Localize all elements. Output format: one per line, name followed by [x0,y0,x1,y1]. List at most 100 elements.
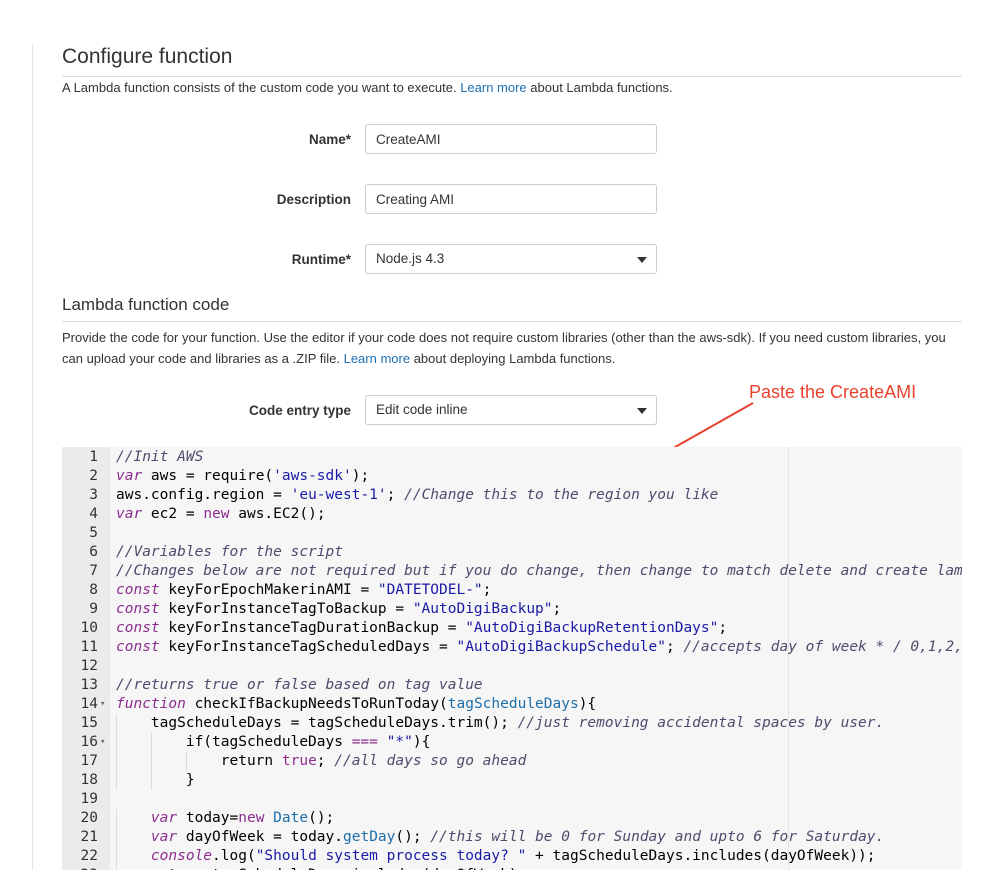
indent-guide [116,828,117,847]
code-token: ; [386,487,405,503]
code-line: 17 return true; //all days so go ahead [62,752,962,771]
code-token: //Changes below are not required but if … [116,563,962,579]
line-number: 7 [89,563,98,579]
code-line: 6 //Variables for the script [62,543,962,562]
line-number: 3 [89,487,98,503]
code-entry-select[interactable]: Edit code inline [365,395,657,425]
chevron-down-icon [637,257,647,263]
code-line: 20 var today=new Date(); [62,809,962,828]
code-lines: 1 //Init AWS 2 var aws = require('aws-sdk')… [62,448,962,870]
code-token: Date [273,810,309,826]
description-label: Description [276,192,351,207]
line-number: 15 [80,715,98,731]
code-token: "AutoDigiBackupSchedule" [456,639,666,655]
code-token: + tagScheduleDays.includes(dayOfWeek)); [526,848,876,864]
code-token: "*" [386,734,413,750]
code-text: return tagScheduleDays.includes(dayOfWee… [116,866,526,870]
code-text: function checkIfBackupNeedsToRunToday(ta… [116,695,596,714]
code-line: 2 var aws = require('aws-sdk'); [62,467,962,486]
runtime-label: Runtime* [291,252,351,267]
code-text: //Variables for the script [116,543,343,562]
name-input[interactable] [365,124,657,154]
code-line: 13 //returns true or false based on tag v… [62,676,962,695]
line-number: 1 [89,449,98,465]
indent-guide [116,847,117,866]
code-line: 8 const keyForEpochMakerinAMI = "DATETODE… [62,581,962,600]
code-token: (); [308,810,335,826]
code-line: 10 const keyForInstanceTagDurationBackup … [62,619,962,638]
line-number: 6 [89,544,98,560]
code-text: var today=new Date(); [116,809,334,828]
name-label: Name* [308,132,351,147]
runtime-select[interactable]: Node.js 4.3 [365,244,657,274]
code-line: 19 [62,790,962,809]
code-text: const keyForInstanceTagToBackup = "AutoD… [116,600,561,619]
code-line: 5 [62,524,962,543]
code-token: const [116,639,160,655]
line-number: 18 [80,772,98,788]
code-token: ; [316,753,335,769]
line-number: 16 [80,734,98,750]
line-number: 23 [62,866,98,870]
code-token: ec2 = [142,506,204,522]
code-token: 'eu-west-1' [290,487,387,503]
code-section-intro: Provide the code for your function. Use … [62,327,952,369]
code-line: 11 const keyForInstanceTagScheduledDays =… [62,638,962,657]
code-token: ; [552,601,562,617]
code-text: console.log("Should system process today… [116,847,876,866]
code-line: 18 } [62,771,962,790]
line-number: 13 [80,677,98,693]
code-token: //accepts day of week * / 0,1,2,3,4, [683,639,962,655]
code-text: aws.config.region = 'eu-west-1'; //Chang… [116,486,718,505]
description-row: Description [62,184,962,216]
code-line: 1 //Init AWS [62,448,962,467]
code-entry-select-value: Edit code inline [376,402,468,417]
code-token: console [150,848,213,864]
code-token: //all days so go ahead [334,753,527,769]
line-number: 9 [89,601,98,617]
code-editor[interactable]: 1 //Init AWS 2 var aws = require('aws-sdk')… [62,447,962,870]
code-entry-label: Code entry type [248,403,351,418]
indent-guide [185,752,187,771]
fold-toggle-icon[interactable]: ▾ [100,733,105,752]
code-token: var [116,506,143,522]
learn-more-deploy-link[interactable]: Learn more [344,351,410,366]
line-number: 19 [80,791,98,807]
code-token: (); [395,829,431,845]
description-input[interactable] [365,184,657,214]
code-text: //Changes below are not required but if … [116,562,962,581]
line-number: 20 [80,810,98,826]
line-number: 17 [80,753,98,769]
line-number: 11 [80,639,98,655]
code-token: ){ [578,696,597,712]
line-number: 12 [80,658,98,674]
code-token: new [238,810,265,826]
name-row: Name* [62,124,962,156]
code-token: const [116,601,160,617]
code-text: } [116,771,195,790]
code-token: } [116,772,195,788]
code-token: .log( [212,848,256,864]
indent-guide [116,771,117,790]
code-token: "AutoDigiBackupRetentionDays" [465,620,719,636]
code-text: const keyForEpochMakerinAMI = "DATETODEL… [116,581,491,600]
code-section-divider [62,321,962,322]
code-token: var [116,468,143,484]
code-token: //Init AWS [116,449,204,465]
code-line: 23 return tagScheduleDays.includes(dayOf… [62,866,962,870]
code-line: 7 //Changes below are not required but if… [62,562,962,581]
fold-toggle-icon[interactable]: ▾ [100,695,105,714]
code-token: var [150,810,178,826]
code-section-intro-tail: about deploying Lambda functions. [410,351,616,366]
code-token: 'aws-sdk' [273,468,352,484]
code-line: 4 var ec2 = new aws.EC2(); [62,505,962,524]
line-number: 21 [80,829,98,845]
code-token: var [150,829,178,845]
code-text: if(tagScheduleDays === "*"){ [116,733,430,752]
learn-more-lambda-link[interactable]: Learn more [460,80,526,95]
code-token: //Variables for the script [116,544,343,560]
